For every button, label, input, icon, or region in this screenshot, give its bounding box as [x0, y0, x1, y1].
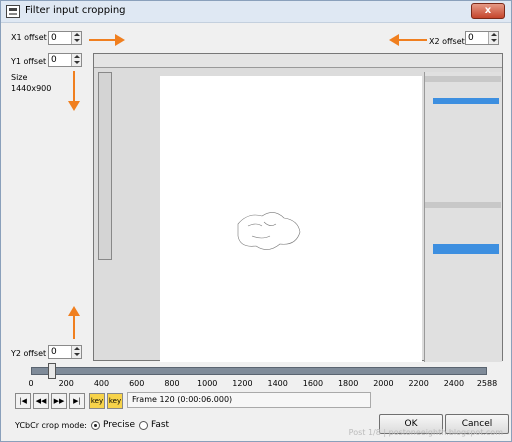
x2-offset-label: X2 offset: [429, 37, 465, 46]
go-start-button[interactable]: |◀: [15, 393, 31, 409]
frame-slider-track[interactable]: [31, 367, 487, 375]
slider-tick-label: 400: [93, 379, 110, 388]
slider-tick-label: 800: [164, 379, 180, 388]
slider-tick-label: 2000: [373, 379, 394, 388]
preview-selected-layer: [433, 98, 499, 104]
y2-offset-input[interactable]: 0: [48, 345, 82, 359]
spinner-arrows-icon[interactable]: [71, 54, 81, 66]
preview-canvas: [160, 76, 422, 362]
slider-tick-label: 1200: [232, 379, 253, 388]
slider-tick-label: 2200: [408, 379, 429, 388]
slider-tick-label: 600: [129, 379, 145, 388]
x1-offset-label: X1 offset: [11, 33, 47, 42]
video-preview: [93, 53, 503, 362]
down-arrow-indicator: [73, 71, 75, 103]
preview-panels: [424, 72, 502, 362]
canvas-sketch: [237, 212, 301, 250]
window-title: Filter input cropping: [25, 5, 126, 16]
slider-tick-label: 2400: [443, 379, 465, 388]
title-bar: Filter input cropping x: [1, 1, 511, 23]
keyframe-prev-button[interactable]: key: [89, 393, 105, 409]
size-value: 1440x900: [11, 84, 52, 93]
step-forward-button[interactable]: ▶▶: [51, 393, 67, 409]
slider-tick-label: 2588: [476, 379, 498, 388]
go-end-button[interactable]: ▶|: [69, 393, 85, 409]
crop-mode-label: YCbCr crop mode:: [15, 421, 87, 430]
arrow-down-icon: [68, 101, 80, 111]
frame-info: Frame 120 (0:00:06.000): [127, 392, 371, 408]
frame-slider-thumb[interactable]: [48, 363, 57, 379]
preview-menubar: [94, 54, 502, 68]
x2-offset-input[interactable]: 0: [465, 31, 499, 45]
precise-label: Precise: [103, 420, 135, 430]
fast-label: Fast: [151, 420, 170, 430]
slider-tick-label: 1800: [337, 379, 359, 388]
preview-toolbox: [98, 72, 112, 260]
size-label: Size: [11, 73, 28, 82]
spinner-arrows-icon[interactable]: [488, 32, 498, 44]
precise-radio[interactable]: [91, 421, 100, 430]
slider-tick-label: 1600: [302, 379, 324, 388]
spinner-arrows-icon[interactable]: [71, 32, 81, 44]
fast-radio[interactable]: [139, 421, 148, 430]
y1-offset-input[interactable]: 0: [48, 53, 82, 67]
slider-tick-label: 200: [58, 379, 74, 388]
close-button[interactable]: x: [471, 3, 505, 19]
slider-tick-label: 1400: [267, 379, 288, 388]
slider-tick-label: 0: [28, 379, 34, 388]
spinner-arrows-icon[interactable]: [71, 346, 81, 358]
watermark: Post 1/8 | postoneeighth.blogspot.com: [348, 428, 503, 437]
left-arrow-indicator: [399, 39, 427, 41]
app-icon: [6, 5, 20, 18]
slider-tick-label: 1000: [197, 379, 218, 388]
up-arrow-indicator: [73, 315, 75, 339]
step-back-button[interactable]: ◀◀: [33, 393, 49, 409]
preview-selected-layer-2: [433, 244, 499, 254]
arrow-left-icon: [389, 34, 399, 46]
x1-offset-input[interactable]: 0: [48, 31, 82, 45]
y1-offset-label: Y1 offset: [11, 57, 47, 66]
keyframe-next-button[interactable]: key: [107, 393, 123, 409]
arrow-right-icon: [115, 34, 125, 46]
y2-offset-label: Y2 offset: [11, 349, 47, 358]
filter-cropping-window: Filter input cropping x X1 offset 0 X2 o…: [0, 0, 512, 442]
